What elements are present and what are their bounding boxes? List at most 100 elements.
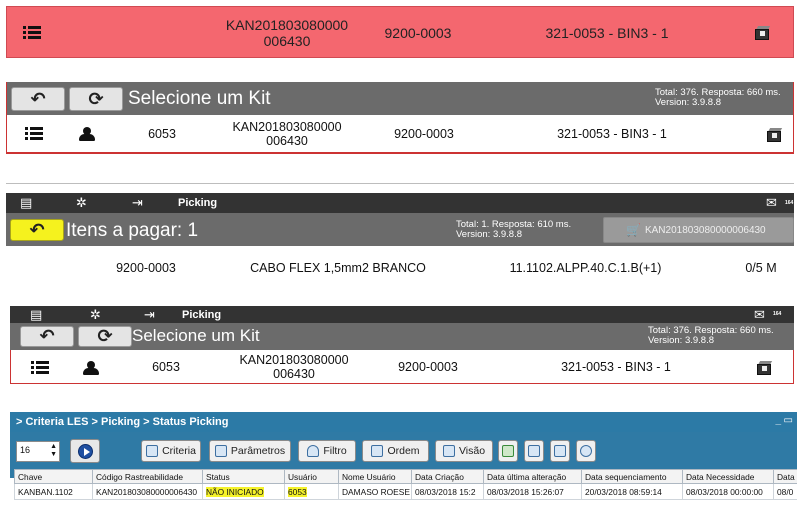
- refresh-button[interactable]: ⟳: [69, 87, 123, 111]
- top-menu-bar: ▤ ✲ ⇥ Picking ✉ 164: [6, 193, 794, 213]
- item-code: 9200-0003: [394, 127, 454, 141]
- login-icon[interactable]: ⇥: [144, 307, 155, 323]
- refresh-icon: ⟳: [88, 88, 104, 109]
- item-description: CABO FLEX 1,5mm2 BRANCO: [250, 261, 426, 275]
- stats-text: Total: 376. Resposta: 660 ms. Version: 3…: [655, 87, 781, 108]
- kit-select-header: ↶ ⟳ Selecione um Kit Total: 376. Respost…: [7, 82, 793, 115]
- column-header[interactable]: Usuário: [284, 469, 339, 484]
- back-button[interactable]: ↶: [20, 326, 74, 347]
- table-cell: 20/03/2018 08:59:14: [581, 483, 683, 500]
- column-header[interactable]: Data: [773, 469, 797, 484]
- table-cell: 08/03/2018 00:00:00: [682, 483, 774, 500]
- run-button[interactable]: [70, 439, 100, 463]
- criteria-button[interactable]: Criteria: [141, 440, 201, 462]
- save-button[interactable]: [524, 440, 544, 462]
- stepper-icon[interactable]: ▲ ▼: [50, 443, 57, 459]
- item-code: 9200-0003: [116, 261, 176, 275]
- table-cell: 08/03/2018 15:26:07: [483, 483, 582, 500]
- code-icon: [554, 445, 566, 457]
- column-header[interactable]: Chave: [14, 469, 93, 484]
- user-icon: [79, 127, 95, 141]
- inbox-icon[interactable]: ✉: [766, 195, 777, 211]
- kit-row[interactable]: 6053 KAN201803080000 006430 9200-0003 32…: [10, 350, 794, 384]
- menu-label: Picking: [182, 309, 222, 321]
- table-cell: 08/03/2018 15:2: [411, 483, 484, 500]
- visao-button[interactable]: Visão: [435, 440, 493, 462]
- kit-select-panel: ↶ ⟳ Selecione um Kit Total: 376. Respost…: [6, 82, 794, 154]
- inbox-badge: 164: [773, 311, 782, 317]
- filtro-button[interactable]: Filtro: [298, 440, 356, 462]
- column-header[interactable]: Data sequenciamento: [581, 469, 683, 484]
- back-button[interactable]: ↶: [10, 219, 64, 241]
- item-code: 9200-0003: [384, 25, 452, 41]
- back-button[interactable]: ↶: [11, 87, 65, 111]
- kit-select-header: ↶ ⟳ Selecione um Kit Total: 376. Respost…: [10, 323, 794, 350]
- back-arrow-icon: ↶: [30, 88, 46, 109]
- item-location: 11.1102.ALPP.40.C.1.B(+1): [509, 261, 662, 275]
- refresh-button[interactable]: ⟳: [78, 326, 132, 347]
- table-cell: KANBAN.1102: [14, 483, 93, 500]
- save-icon: [528, 445, 540, 457]
- item-quantity: 0/5 M: [745, 261, 777, 275]
- location-code: 321-0053 - BIN3 - 1: [545, 25, 669, 41]
- criteria-icon: [146, 445, 159, 457]
- location-code: 321-0053 - BIN3 - 1: [561, 360, 671, 374]
- status-value: NÃO INICIADO: [206, 486, 264, 497]
- excel-icon: [502, 445, 514, 457]
- filter-icon: [307, 445, 320, 457]
- column-header[interactable]: Data última alteração: [483, 469, 582, 484]
- stats-text: Total: 376. Resposta: 660 ms. Version: 3…: [648, 325, 774, 346]
- gear-icon[interactable]: ✲: [90, 307, 101, 323]
- gear-icon[interactable]: ✲: [76, 195, 87, 211]
- page-size-input[interactable]: 16 ▲ ▼: [16, 441, 60, 462]
- column-header[interactable]: Data Criação: [411, 469, 484, 484]
- box-icon[interactable]: [765, 127, 783, 143]
- list-icon[interactable]: [25, 127, 43, 141]
- box-icon[interactable]: [755, 360, 773, 376]
- page-title: Selecione um Kit: [132, 326, 260, 345]
- inbox-icon[interactable]: ✉: [754, 307, 765, 323]
- table-cell: 6053: [284, 483, 339, 500]
- column-header[interactable]: Data Necessidade: [682, 469, 774, 484]
- refresh-icon: [580, 445, 592, 457]
- inbox-badge: 164: [785, 200, 794, 206]
- kanban-code: KAN201803080000 006430: [232, 120, 342, 148]
- column-header[interactable]: Código Rastreabilidade: [92, 469, 203, 484]
- restore-icon[interactable]: ▭: [784, 415, 793, 426]
- kanban-code: KAN201803080000 006430: [239, 353, 349, 381]
- back-arrow-icon: ↶: [29, 219, 45, 240]
- status-picking-window: > Criteria LES > Picking > Status Pickin…: [10, 412, 797, 509]
- back-arrow-icon: ↶: [39, 326, 55, 346]
- stats-text: Total: 1. Resposta: 610 ms. Version: 3.9…: [456, 219, 572, 240]
- parametros-button[interactable]: Parâmetros: [209, 440, 291, 462]
- code-button[interactable]: [550, 440, 570, 462]
- status-table: Chave Código Rastreabilidade Status Usuá…: [14, 469, 797, 500]
- list-icon[interactable]: [31, 361, 49, 375]
- item-code: 9200-0003: [398, 360, 458, 374]
- list-icon[interactable]: [23, 26, 41, 40]
- box-icon[interactable]: [753, 25, 771, 41]
- menu-icon[interactable]: ▤: [20, 195, 32, 211]
- export-excel-button[interactable]: [498, 440, 518, 462]
- page-title: Selecione um Kit: [128, 88, 271, 109]
- column-header[interactable]: Status: [202, 469, 285, 484]
- table-row[interactable]: KANBAN.1102 KAN201803080000006430 NÃO IN…: [14, 483, 797, 500]
- ordem-button[interactable]: Ordem: [362, 440, 429, 462]
- selected-kit-row[interactable]: KAN201803080000 006430 9200-0003 321-005…: [6, 6, 794, 58]
- kanban-cart-button[interactable]: 🛒 KAN201803080000006430: [603, 217, 794, 243]
- page-title: Itens a pagar: 1: [66, 220, 199, 241]
- menu-icon[interactable]: ▤: [30, 307, 42, 323]
- table-header-row: Chave Código Rastreabilidade Status Usuá…: [14, 469, 797, 484]
- column-header[interactable]: Nome Usuário: [338, 469, 412, 484]
- login-icon[interactable]: ⇥: [132, 195, 143, 211]
- table-cell: NÃO INICIADO: [202, 483, 285, 500]
- refresh-icon: ⟳: [97, 326, 113, 346]
- user-icon: [83, 361, 99, 375]
- menu-label: Picking: [178, 197, 218, 209]
- view-icon: [442, 445, 455, 457]
- divider: [6, 183, 794, 184]
- minimize-icon[interactable]: _: [775, 415, 781, 426]
- table-cell: KAN201803080000006430: [92, 483, 203, 500]
- user-value: 6053: [288, 486, 307, 497]
- refresh-button[interactable]: [576, 440, 596, 462]
